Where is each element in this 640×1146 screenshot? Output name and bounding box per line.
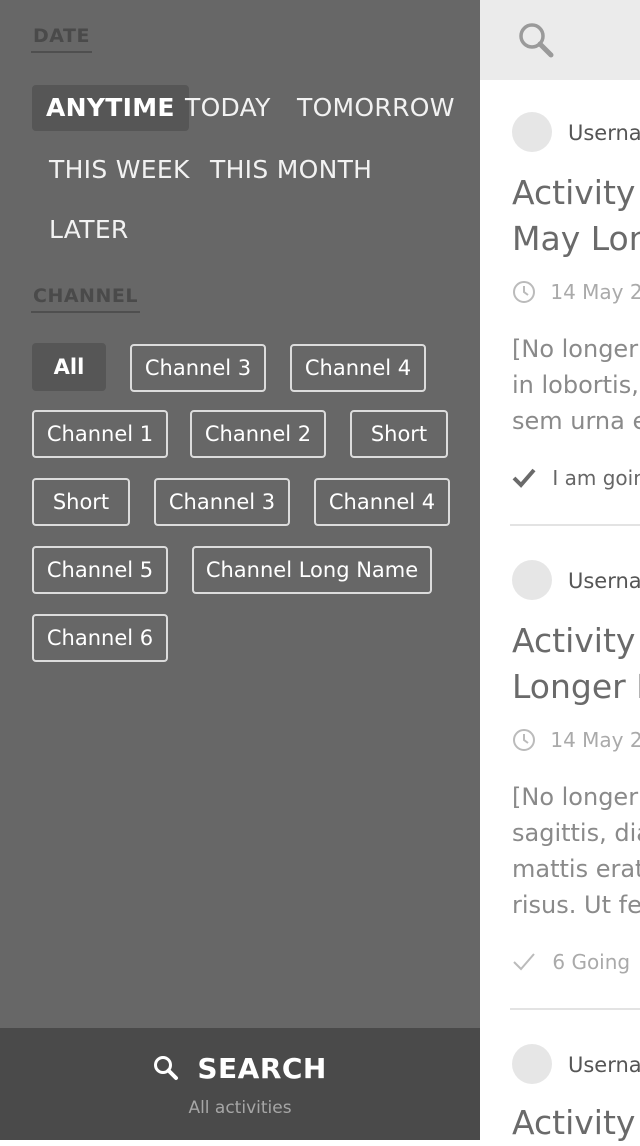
activity-date: 14 May 20 — [512, 280, 640, 304]
activity-description: sagittis, dia — [512, 819, 640, 847]
avatar — [512, 1044, 552, 1084]
channel-section-label: CHANNEL — [31, 285, 140, 313]
activity-title: May Long — [512, 219, 640, 258]
clock-icon — [512, 728, 550, 752]
activity-title: Activity T — [512, 173, 640, 212]
search-button-main: SEARCH — [0, 1052, 480, 1085]
going-count[interactable]: 6 Going — [512, 950, 630, 974]
activity-description: sem urna e — [512, 407, 640, 435]
activity-title: Activity T — [512, 621, 640, 660]
clock-icon — [512, 280, 550, 304]
channel-chip[interactable]: Channel 5 — [32, 546, 168, 594]
username: Userna — [568, 1053, 640, 1077]
avatar — [512, 560, 552, 600]
date-option-this-month[interactable]: THIS MONTH — [196, 147, 386, 193]
channel-chip[interactable]: Channel 1 — [32, 410, 168, 458]
activity-title: Longer M — [512, 667, 640, 706]
channel-chip[interactable]: Channel 4 — [314, 478, 450, 526]
channel-chip[interactable]: Short — [350, 410, 448, 458]
search-label: SEARCH — [197, 1052, 327, 1085]
username: Userna — [568, 569, 640, 593]
activity-description: mattis erat — [512, 855, 640, 883]
date-text: 14 May 20 — [550, 728, 640, 752]
date-option-today[interactable]: TODAY — [171, 85, 285, 131]
check-icon — [512, 466, 552, 490]
activity-description: [No longer — [512, 783, 639, 811]
check-outline-icon — [512, 950, 552, 974]
filter-panel: DATE ANYTIME TODAY TOMORROW THIS WEEK TH… — [0, 0, 480, 1140]
search-sublabel: All activities — [188, 1098, 292, 1118]
going-label: 6 Going — [552, 950, 631, 974]
search-icon — [153, 1052, 197, 1085]
going-status[interactable]: I am going — [512, 466, 640, 490]
channel-chip[interactable]: Channel 3 — [130, 344, 266, 392]
search-button[interactable]: SEARCH All activities — [0, 1028, 480, 1140]
channel-chip[interactable]: Short — [32, 478, 130, 526]
activity-description: [No longer — [512, 335, 639, 363]
date-text: 14 May 20 — [550, 280, 640, 304]
avatar — [512, 112, 552, 152]
channel-chip-all[interactable]: All — [32, 343, 106, 391]
activity-title: Activity T — [512, 1103, 640, 1142]
date-option-this-week[interactable]: THIS WEEK — [35, 147, 204, 193]
channel-chip[interactable]: Channel Long Name — [192, 546, 432, 594]
date-section-label: DATE — [31, 25, 92, 53]
date-option-tomorrow[interactable]: TOMORROW — [283, 85, 469, 131]
channel-chip[interactable]: Channel 3 — [154, 478, 290, 526]
divider — [510, 1008, 640, 1010]
divider — [510, 524, 640, 526]
activity-date: 14 May 20 — [512, 728, 640, 752]
channel-chip[interactable]: Channel 4 — [290, 344, 426, 392]
activity-description: risus. Ut feu — [512, 891, 640, 919]
username: Userna — [568, 121, 640, 145]
going-label: I am going — [552, 466, 640, 490]
date-option-later[interactable]: LATER — [35, 207, 143, 253]
activity-description: in lobortis, — [512, 371, 639, 399]
feed-top-bar — [480, 0, 640, 80]
channel-chip[interactable]: Channel 2 — [190, 410, 326, 458]
channel-chip[interactable]: Channel 6 — [32, 614, 168, 662]
date-option-anytime[interactable]: ANYTIME — [32, 85, 189, 131]
